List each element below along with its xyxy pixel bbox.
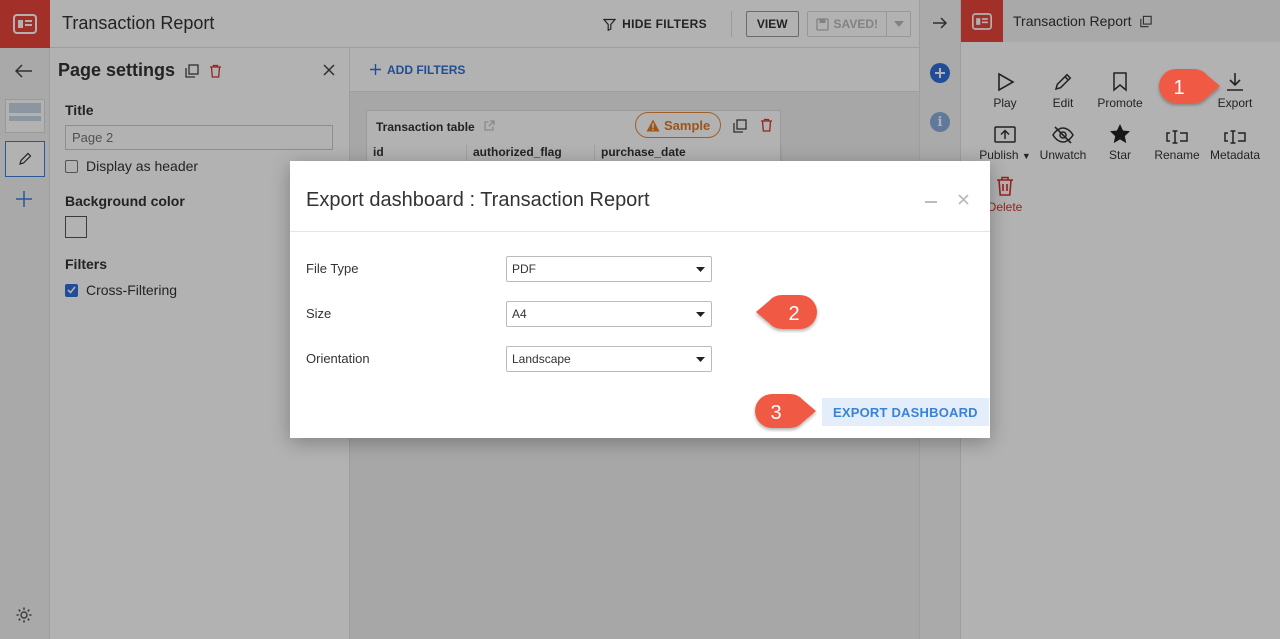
orientation-label: Orientation — [306, 351, 370, 366]
chevron-down-icon — [696, 311, 705, 317]
chevron-down-icon — [696, 356, 705, 362]
size-select[interactable]: A4 — [506, 301, 712, 327]
file-type-label: File Type — [306, 261, 359, 276]
svg-text:1: 1 — [1173, 77, 1184, 99]
close-icon[interactable] — [958, 194, 969, 205]
minimize-icon[interactable] — [925, 201, 937, 203]
chevron-down-icon — [696, 266, 705, 272]
callout-badge-1: 1 — [1159, 68, 1220, 104]
svg-text:2: 2 — [788, 303, 799, 325]
export-dashboard-dialog: Export dashboard : Transaction Report Fi… — [290, 161, 990, 438]
dialog-title: Export dashboard : Transaction Report — [306, 189, 650, 211]
size-label: Size — [306, 306, 332, 321]
svg-text:3: 3 — [770, 402, 781, 424]
file-type-select[interactable]: PDF — [506, 256, 712, 282]
export-dashboard-button[interactable]: EXPORT DASHBOARD — [822, 398, 989, 426]
callout-badge-3: 3 — [755, 393, 816, 429]
orientation-select[interactable]: Landscape — [506, 346, 712, 372]
callout-badge-2: 2 — [756, 294, 817, 330]
